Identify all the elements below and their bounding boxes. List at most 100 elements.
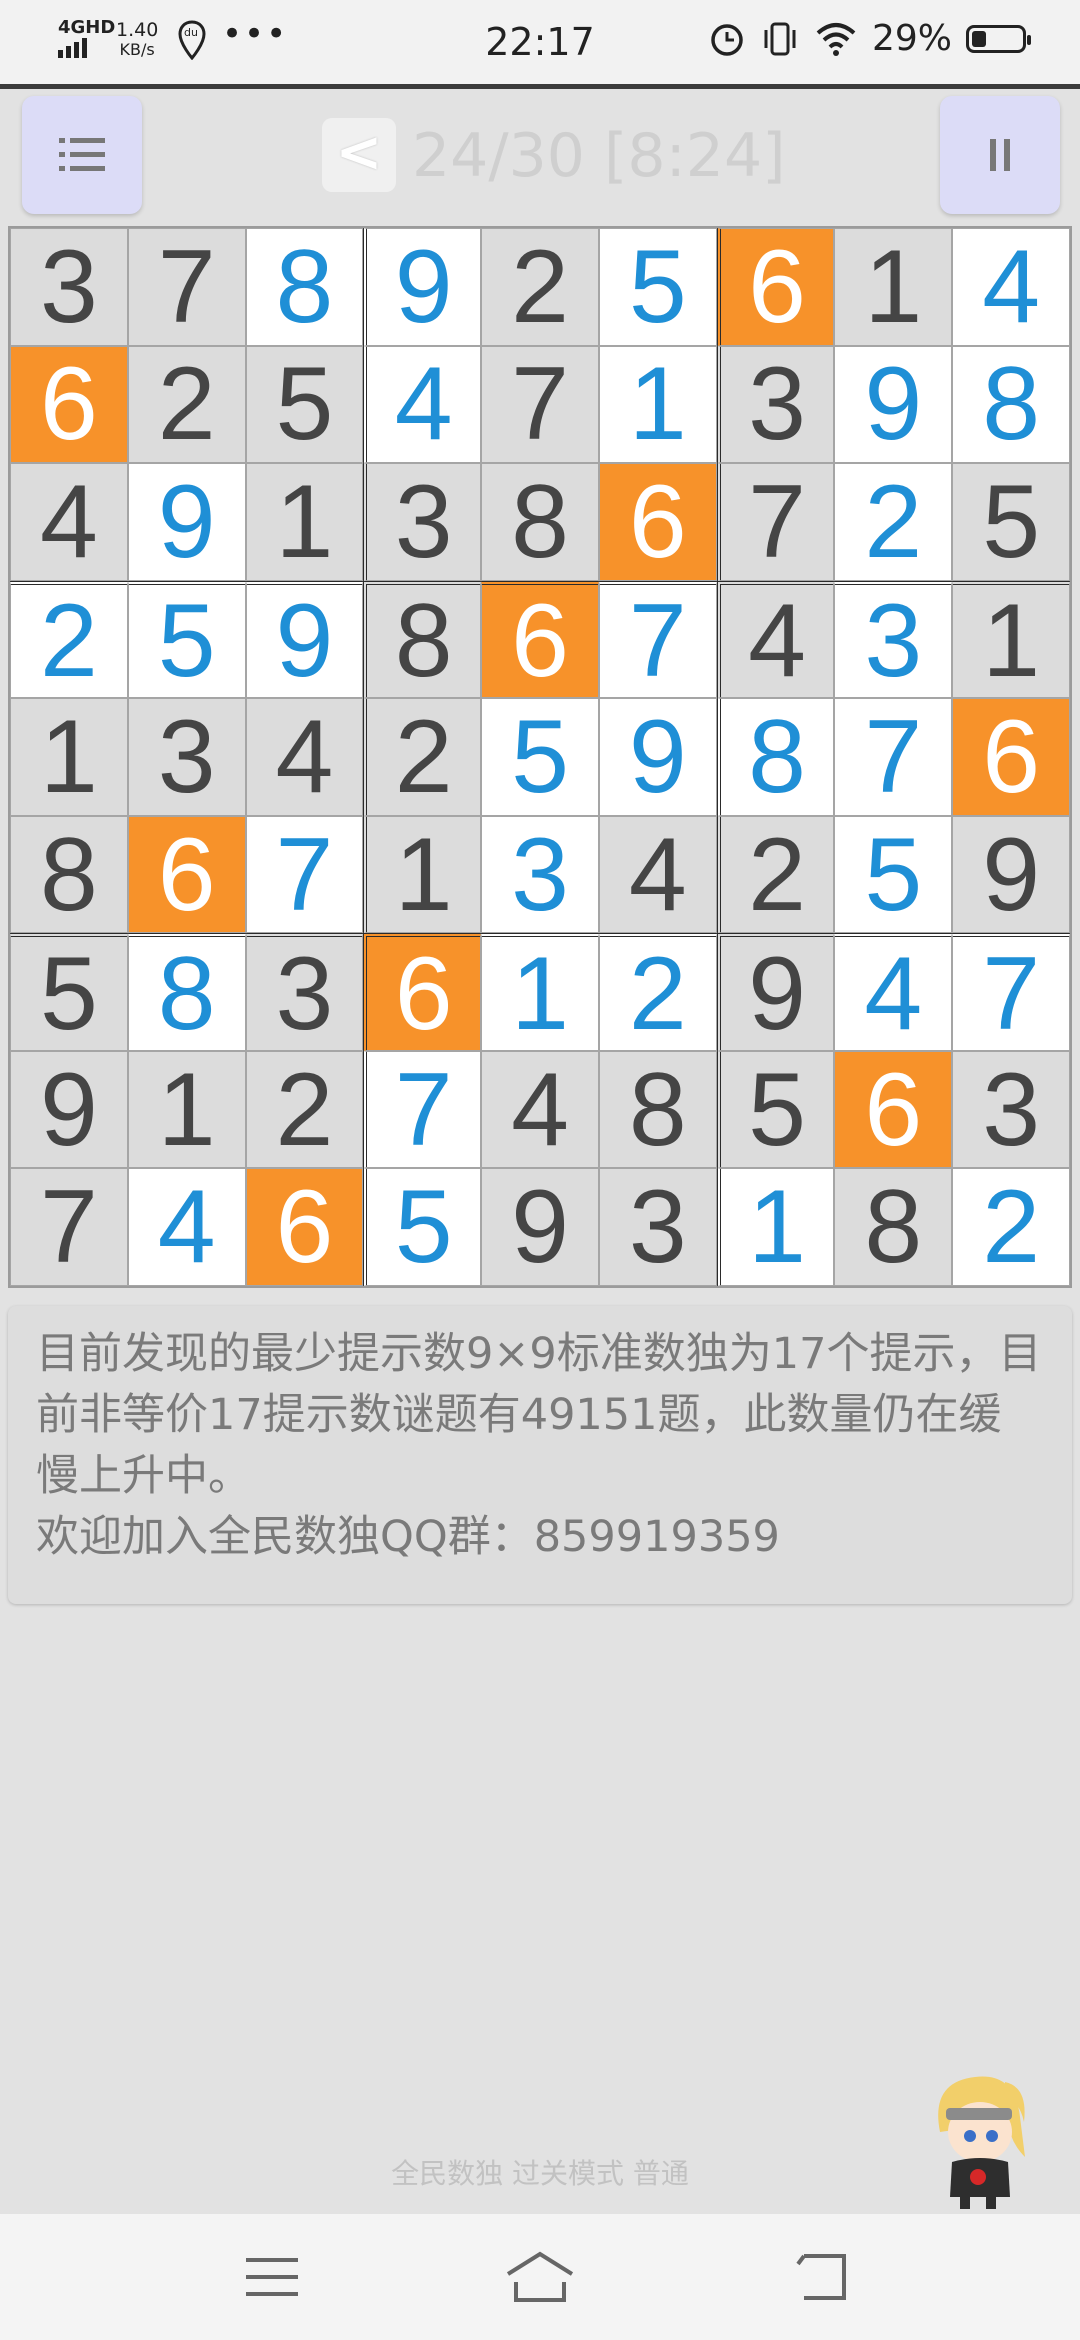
- status-icons: 29%: [708, 18, 1031, 59]
- sudoku-cell[interactable]: 5: [716, 1050, 835, 1169]
- sudoku-cell[interactable]: 7: [127, 228, 246, 346]
- system-nav-bar: [0, 2214, 1080, 2340]
- sudoku-cell[interactable]: 3: [363, 463, 482, 581]
- sudoku-cell[interactable]: 9: [245, 580, 364, 699]
- sudoku-cell[interactable]: 3: [127, 698, 246, 816]
- sudoku-cell[interactable]: 9: [834, 345, 953, 464]
- home-icon[interactable]: [500, 2244, 580, 2310]
- sudoku-cell[interactable]: 5: [245, 345, 364, 464]
- sudoku-cell[interactable]: 6: [481, 580, 599, 699]
- sudoku-cell[interactable]: 7: [716, 463, 835, 581]
- sudoku-cell[interactable]: 8: [834, 1168, 953, 1286]
- sudoku-cell[interactable]: 9: [10, 1050, 128, 1169]
- sudoku-cell[interactable]: 4: [127, 1168, 246, 1286]
- sudoku-cell[interactable]: 1: [598, 345, 717, 464]
- sudoku-cell[interactable]: 2: [598, 933, 717, 1051]
- status-bar: 4GHD 1.40 KB/s du ••• 22:17 29%: [0, 0, 1080, 89]
- sudoku-cell[interactable]: 6: [716, 228, 835, 346]
- sudoku-cell[interactable]: 4: [10, 463, 128, 581]
- menu-button[interactable]: [22, 96, 142, 214]
- sudoku-cell[interactable]: 2: [716, 815, 835, 934]
- sudoku-cell[interactable]: 2: [10, 580, 128, 699]
- sudoku-cell[interactable]: 5: [834, 815, 953, 934]
- sudoku-cell[interactable]: 2: [245, 1050, 364, 1169]
- list-icon: [59, 138, 105, 171]
- vibrate-icon: [764, 22, 796, 55]
- sudoku-cell[interactable]: 2: [834, 463, 953, 581]
- sudoku-cell[interactable]: 9: [716, 933, 835, 1051]
- qq-group-text: 欢迎加入全民数独QQ群：859919359: [36, 1512, 780, 1562]
- sudoku-cell[interactable]: 4: [481, 1050, 599, 1169]
- sudoku-cell[interactable]: 6: [363, 933, 482, 1051]
- sudoku-cell[interactable]: 7: [952, 933, 1070, 1051]
- sudoku-cell[interactable]: 1: [481, 933, 599, 1051]
- sudoku-cell[interactable]: 8: [245, 228, 364, 346]
- sudoku-cell[interactable]: 1: [716, 1168, 835, 1286]
- battery-icon: [966, 24, 1031, 53]
- pause-icon: [990, 139, 1010, 171]
- sudoku-cell[interactable]: 3: [834, 580, 953, 699]
- sudoku-cell[interactable]: 9: [952, 815, 1070, 934]
- sudoku-cell[interactable]: 1: [952, 580, 1070, 699]
- sudoku-cell[interactable]: 3: [952, 1050, 1070, 1169]
- sudoku-cell[interactable]: 2: [952, 1168, 1070, 1286]
- sudoku-cell[interactable]: 7: [834, 698, 953, 816]
- level-progress-timer: 24/30 [8:24]: [412, 121, 786, 191]
- sudoku-cell[interactable]: 9: [127, 463, 246, 581]
- menu-lines-icon[interactable]: [232, 2244, 312, 2310]
- mascot-character-icon: [938, 2076, 1025, 2209]
- sudoku-cell[interactable]: 2: [127, 345, 246, 464]
- info-text: 目前发现的最少提示数9×9标准数独为17个提示，目前非等价17提示数谜题有491…: [36, 1329, 1042, 1501]
- sudoku-cell[interactable]: 4: [363, 345, 482, 464]
- sudoku-cell[interactable]: 1: [127, 1050, 246, 1169]
- sudoku-cell[interactable]: 6: [127, 815, 246, 934]
- sudoku-cell[interactable]: 6: [952, 698, 1070, 816]
- sudoku-cell[interactable]: 8: [10, 815, 128, 934]
- sudoku-cell[interactable]: 9: [598, 698, 717, 816]
- previous-level-button[interactable]: <: [322, 118, 396, 192]
- sudoku-cell[interactable]: 7: [481, 345, 599, 464]
- sudoku-cell[interactable]: 5: [598, 228, 717, 346]
- sudoku-cell[interactable]: 4: [245, 698, 364, 816]
- sudoku-cell[interactable]: 1: [834, 228, 953, 346]
- sudoku-cell[interactable]: 8: [127, 933, 246, 1051]
- sudoku-cell[interactable]: 4: [598, 815, 717, 934]
- pause-button[interactable]: [940, 96, 1060, 214]
- sudoku-cell[interactable]: 1: [10, 698, 128, 816]
- sudoku-cell[interactable]: 3: [10, 228, 128, 346]
- back-arrow-icon[interactable]: [782, 2244, 862, 2310]
- sudoku-cell[interactable]: 7: [598, 580, 717, 699]
- sudoku-cell[interactable]: 4: [834, 933, 953, 1051]
- sudoku-cell[interactable]: 5: [10, 933, 128, 1051]
- sudoku-cell[interactable]: 8: [598, 1050, 717, 1169]
- sudoku-cell[interactable]: 4: [716, 580, 835, 699]
- sudoku-cell[interactable]: 7: [245, 815, 364, 934]
- sudoku-cell[interactable]: 6: [598, 463, 717, 581]
- sudoku-cell[interactable]: 4: [952, 228, 1070, 346]
- sudoku-cell[interactable]: 5: [363, 1168, 482, 1286]
- sudoku-cell[interactable]: 3: [716, 345, 835, 464]
- sudoku-cell[interactable]: 5: [952, 463, 1070, 581]
- sudoku-cell[interactable]: 8: [716, 698, 835, 816]
- sudoku-cell[interactable]: 8: [481, 463, 599, 581]
- sudoku-cell[interactable]: 3: [481, 815, 599, 934]
- sudoku-cell[interactable]: 7: [363, 1050, 482, 1169]
- sudoku-cell[interactable]: 6: [834, 1050, 953, 1169]
- sudoku-cell[interactable]: 9: [363, 228, 482, 346]
- sudoku-cell[interactable]: 6: [10, 345, 128, 464]
- sudoku-cell[interactable]: 2: [481, 228, 599, 346]
- sudoku-cell[interactable]: 1: [245, 463, 364, 581]
- sudoku-cell[interactable]: 8: [363, 580, 482, 699]
- sudoku-cell[interactable]: 5: [481, 698, 599, 816]
- sudoku-cell[interactable]: 7: [10, 1168, 128, 1286]
- sudoku-cell[interactable]: 6: [245, 1168, 364, 1286]
- sudoku-cell[interactable]: 1: [363, 815, 482, 934]
- info-card: 目前发现的最少提示数9×9标准数独为17个提示，目前非等价17提示数谜题有491…: [8, 1306, 1072, 1604]
- sudoku-cell[interactable]: 3: [598, 1168, 717, 1286]
- sudoku-cell[interactable]: 3: [245, 933, 364, 1051]
- sudoku-cell[interactable]: 5: [127, 580, 246, 699]
- alarm-icon: [711, 23, 743, 56]
- sudoku-cell[interactable]: 8: [952, 345, 1070, 464]
- sudoku-cell[interactable]: 9: [481, 1168, 599, 1286]
- sudoku-cell[interactable]: 2: [363, 698, 482, 816]
